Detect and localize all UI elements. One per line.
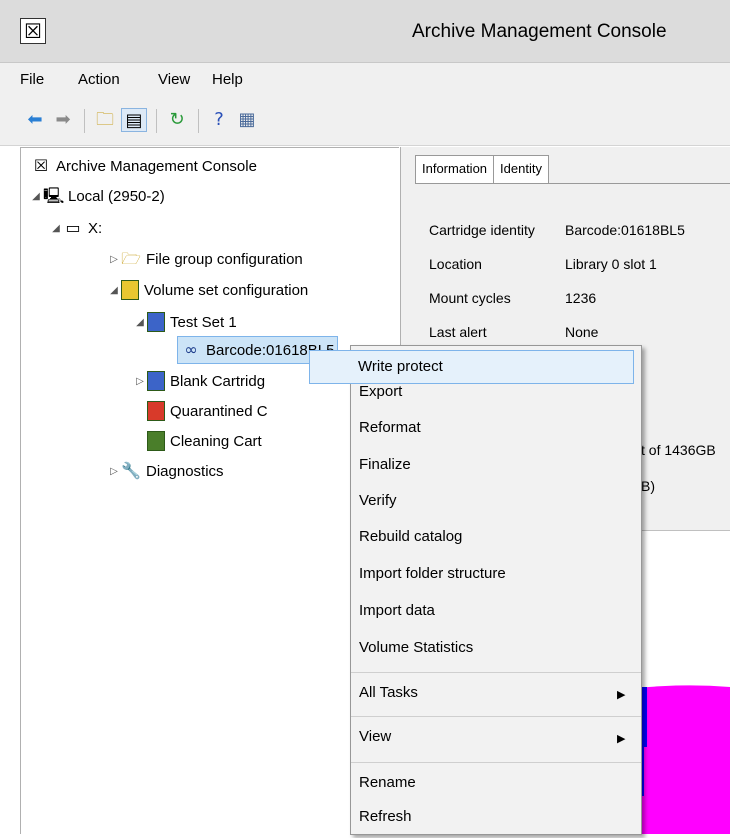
refresh-icon[interactable]: ↻ — [164, 108, 190, 132]
menu-item-import-data[interactable]: Import data — [359, 602, 435, 619]
menu-item-all-tasks[interactable]: All Tasks — [359, 684, 418, 701]
menu-item-export[interactable]: Export — [359, 383, 402, 400]
info-value: 1236 — [565, 290, 597, 306]
title-bar: ☒ Archive Management Console — [0, 0, 730, 63]
window-title: Archive Management Console — [412, 21, 667, 42]
tree-volume-set-label: Volume set configuration — [144, 281, 309, 299]
collapsed-arrow-icon[interactable]: ▷ — [107, 466, 121, 477]
tree-item-diagnostics[interactable]: ▷ 🔧 Diagnostics — [107, 461, 224, 481]
menu-item-reformat[interactable]: Reformat — [359, 419, 421, 436]
expanded-arrow-icon[interactable]: ◢ — [133, 317, 147, 328]
menu-separator — [351, 672, 641, 673]
info-label: Location — [429, 256, 482, 272]
collapsed-arrow-icon[interactable]: ▷ — [107, 254, 121, 265]
expanded-arrow-icon[interactable]: ◢ — [29, 191, 43, 202]
forward-arrow-icon[interactable]: ➡ — [50, 108, 76, 132]
tree-item-root[interactable]: ☒ Archive Management Console — [31, 156, 257, 176]
show-hide-tree-icon[interactable]: ▤ — [121, 108, 147, 132]
wrench-icon: 🔧 — [121, 461, 141, 480]
write-protect-label: Write protect — [358, 358, 443, 375]
menu-item-refresh[interactable]: Refresh — [359, 808, 412, 825]
tape-set-icon — [147, 431, 165, 451]
drive-icon: ▭ — [65, 218, 81, 237]
cartridge-icon: ∞ — [184, 340, 198, 359]
collapsed-arrow-icon[interactable]: ▷ — [133, 376, 147, 387]
tree-drive-label: X: — [88, 219, 103, 237]
info-value: Barcode:01618BL5 — [565, 222, 685, 238]
back-arrow-icon[interactable]: ⬅ — [22, 108, 48, 132]
tree-item-drive[interactable]: ◢ ▭ X: — [49, 218, 102, 238]
tree-blank-label: Blank Cartridg — [170, 372, 266, 390]
toolbar-separator — [84, 109, 85, 133]
tree-test-set-label: Test Set 1 — [170, 313, 237, 331]
tab-information[interactable]: Information — [415, 155, 495, 183]
info-label: Last alert — [429, 324, 487, 340]
tree-item-local[interactable]: ◢ 🖳 Local (2950-2) — [29, 186, 165, 206]
folder-group-icon: 🗁 — [121, 249, 141, 268]
tab-identity[interactable]: Identity — [493, 155, 549, 183]
submenu-arrow-icon: ▶ — [617, 688, 626, 701]
menu-separator — [351, 762, 641, 763]
tape-set-icon — [147, 312, 165, 332]
menu-file[interactable]: File — [20, 71, 44, 88]
console-icon: ☒ — [33, 156, 49, 175]
expanded-arrow-icon[interactable]: ◢ — [107, 285, 121, 296]
toolbar-separator — [198, 109, 199, 133]
tree-quarantined-label: Quarantined C — [170, 402, 268, 420]
up-folder-icon[interactable]: 🗀 — [92, 108, 118, 132]
computer-icon: 🖳 — [43, 186, 65, 205]
tape-set-icon — [147, 371, 165, 391]
menu-item-view[interactable]: View — [359, 728, 391, 745]
submenu-arrow-icon: ▶ — [617, 732, 626, 745]
tree-root-label: Archive Management Console — [56, 157, 257, 175]
details-tabs: Information Identity — [415, 155, 549, 183]
menu-bar: File Action View Help — [0, 63, 730, 97]
menu-item-finalize[interactable]: Finalize — [359, 456, 411, 473]
menu-separator — [351, 716, 641, 717]
info-value: t of 1436GB — [641, 442, 716, 458]
tree-item-blank[interactable]: ▷ Blank Cartridg — [133, 371, 265, 391]
menu-action[interactable]: Action — [78, 71, 120, 88]
info-label: Mount cycles — [429, 290, 511, 306]
tree-local-label: Local (2950-2) — [68, 187, 165, 205]
tree-item-file-group[interactable]: ▷ 🗁 File group configuration — [107, 249, 303, 269]
menu-item-write-protect[interactable]: Write protect — [309, 350, 634, 384]
menu-view[interactable]: View — [158, 71, 190, 88]
tree-item-quarantined[interactable]: Quarantined C — [147, 401, 268, 421]
tree-diagnostics-label: Diagnostics — [146, 462, 224, 480]
menu-item-rebuild-catalog[interactable]: Rebuild catalog — [359, 528, 462, 545]
info-value: Library 0 slot 1 — [565, 256, 657, 272]
info-value: B) — [641, 478, 655, 494]
menu-item-volume-statistics[interactable]: Volume Statistics — [359, 639, 473, 656]
info-label: Cartridge identity — [429, 222, 535, 238]
console-tree: ☒ Archive Management Console ◢ 🖳 Local (… — [20, 147, 399, 834]
context-menu: Export Reformat Finalize Verify Rebuild … — [350, 345, 642, 835]
tree-item-volume-set[interactable]: ◢ Volume set configuration — [107, 280, 308, 300]
tree-cleaning-label: Cleaning Cart — [170, 432, 262, 450]
expanded-arrow-icon[interactable]: ◢ — [49, 223, 63, 234]
menu-item-verify[interactable]: Verify — [359, 492, 397, 509]
tree-file-group-label: File group configuration — [146, 250, 303, 268]
tree-item-test-set[interactable]: ◢ Test Set 1 — [133, 312, 237, 332]
info-value: None — [565, 324, 599, 340]
toolbar-separator — [156, 109, 157, 133]
action-pane-icon[interactable]: ▦ — [234, 108, 260, 132]
menu-item-import-folder-structure[interactable]: Import folder structure — [359, 565, 506, 582]
menu-help[interactable]: Help — [212, 71, 243, 88]
menu-item-rename[interactable]: Rename — [359, 774, 416, 791]
tape-set-icon — [147, 401, 165, 421]
volume-set-icon — [121, 280, 139, 300]
tree-item-cleaning[interactable]: Cleaning Cart — [147, 431, 262, 451]
app-logo-icon[interactable]: ☒ — [20, 18, 46, 44]
toolbar: ⬅ ➡ 🗀 ▤ ↻ ? ▦ — [0, 97, 730, 146]
help-icon[interactable]: ? — [206, 108, 232, 132]
